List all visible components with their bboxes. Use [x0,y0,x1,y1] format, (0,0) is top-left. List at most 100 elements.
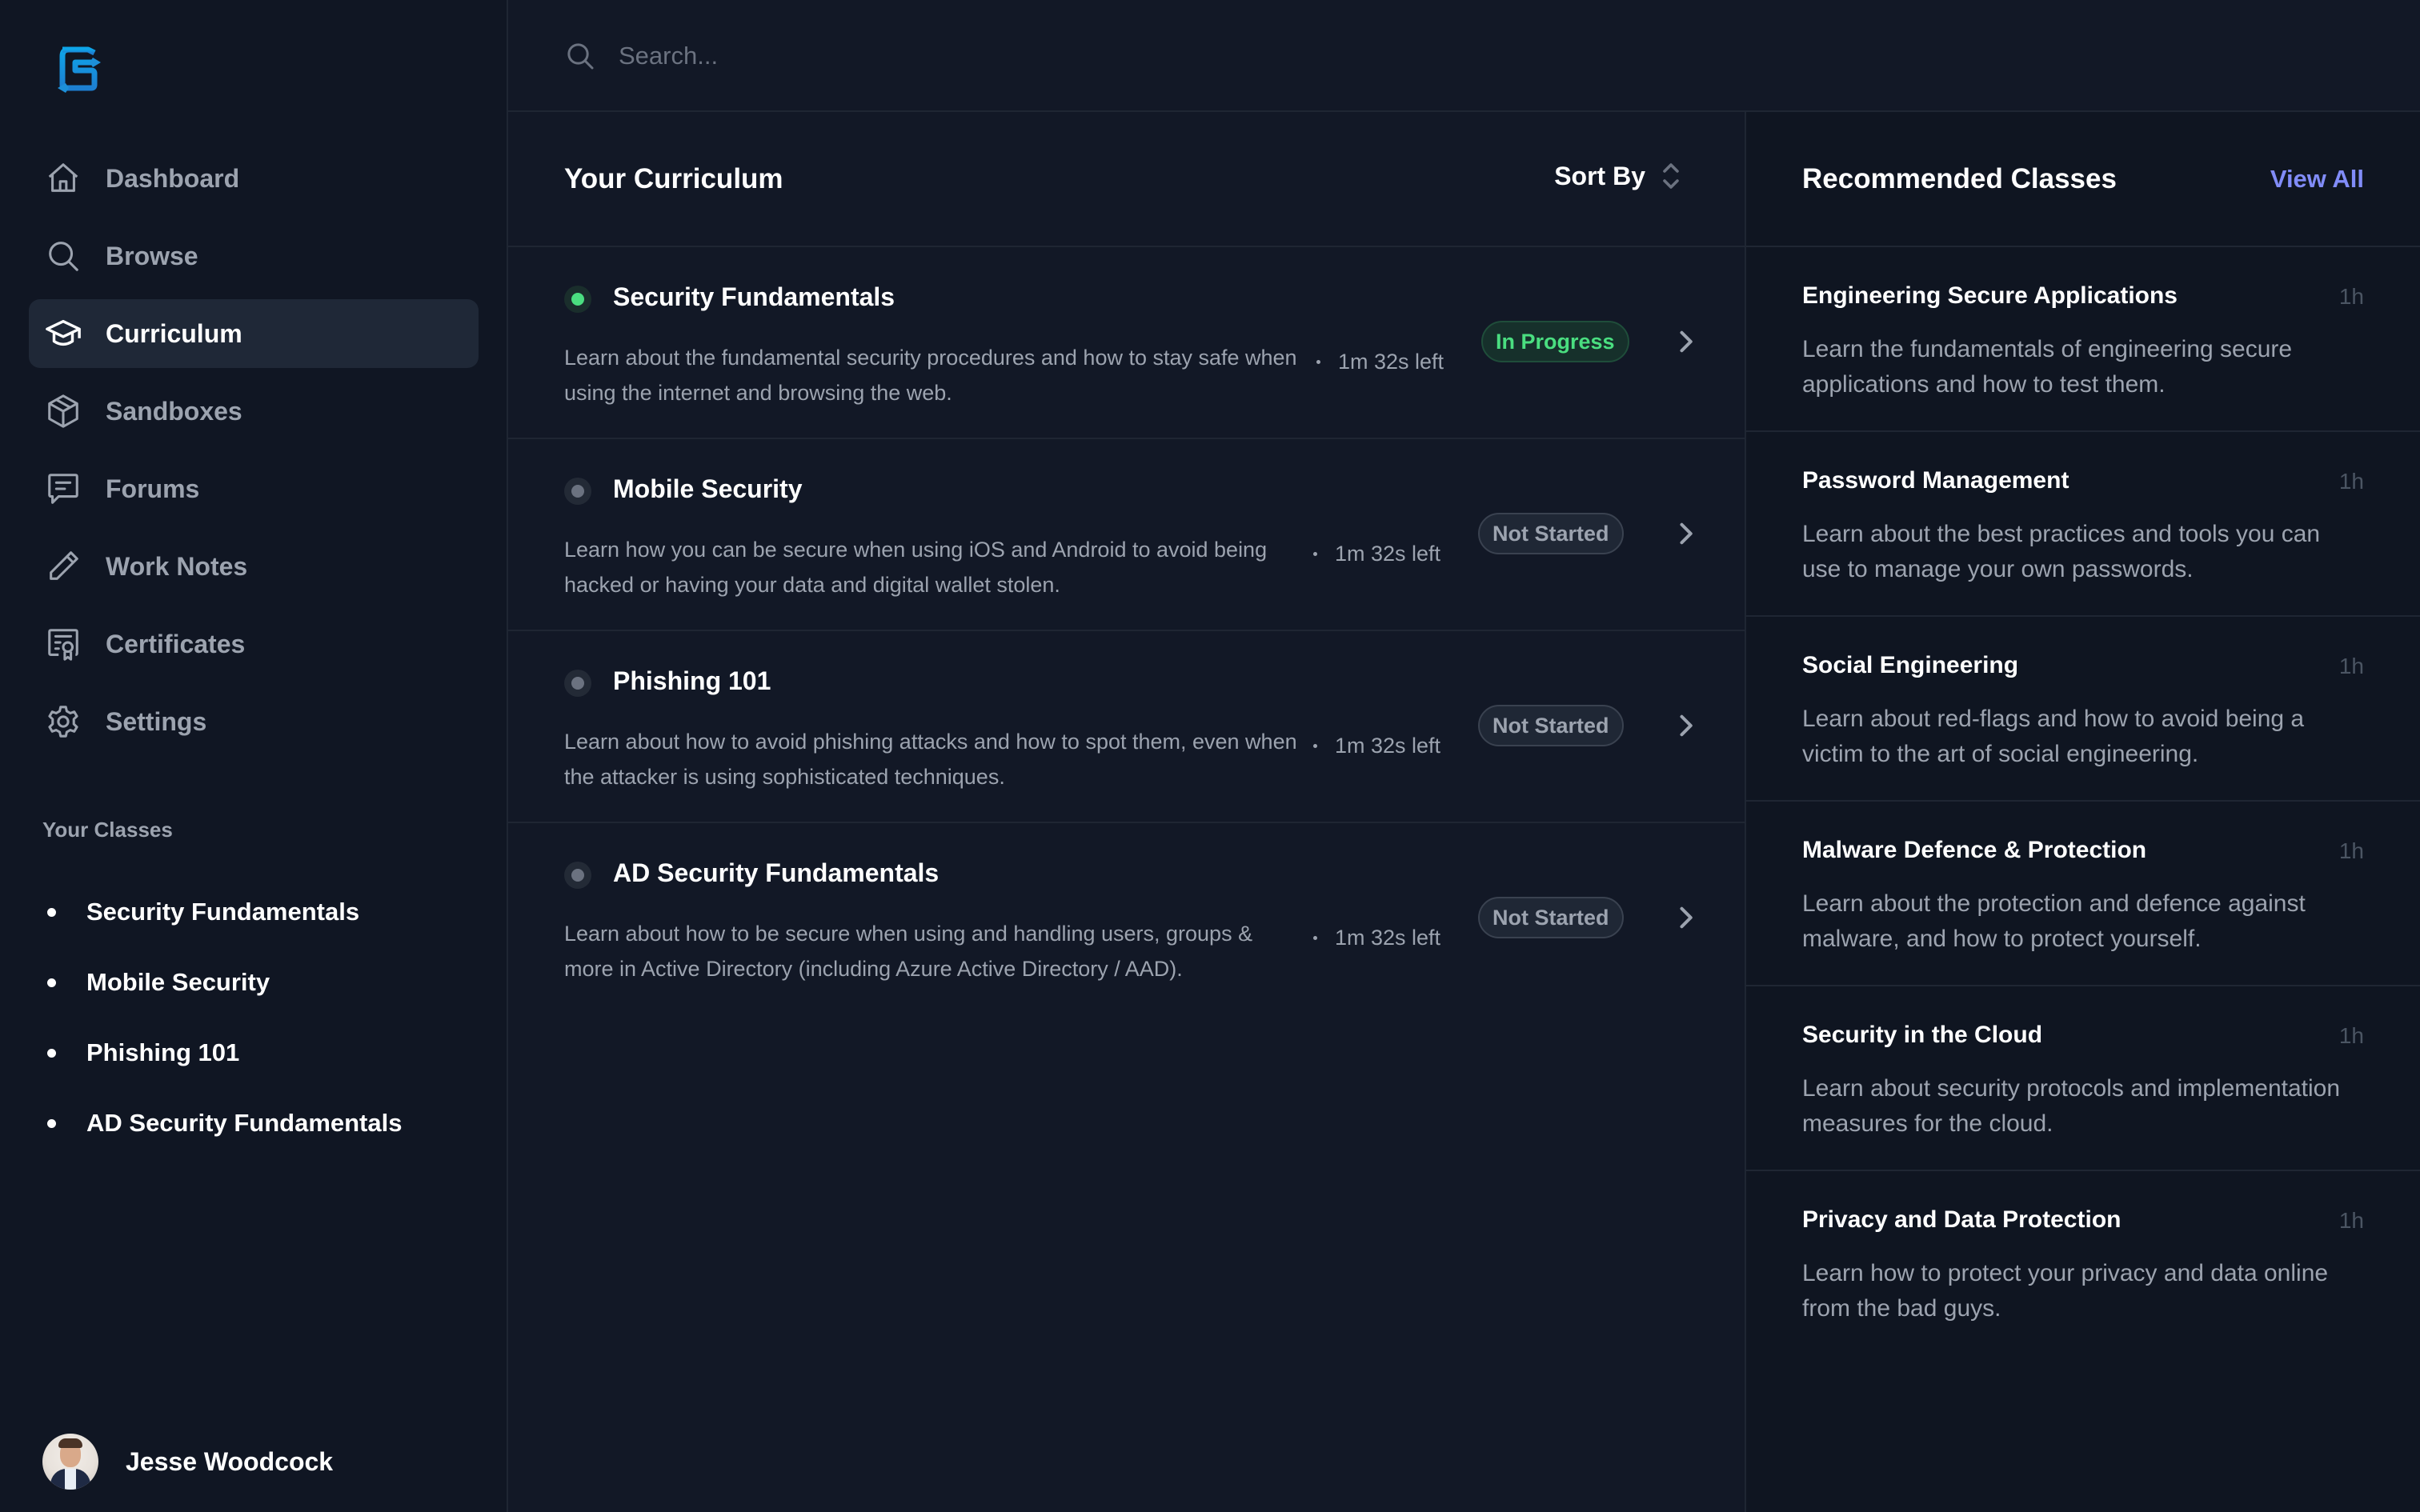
status-badge: Not Started [1478,513,1624,554]
class-link-label: AD Security Fundamentals [86,1109,403,1137]
cube-icon [43,391,83,431]
bullet-icon [47,1048,56,1058]
recommended-header: Recommended Classes View All [1746,112,2420,247]
recommended-item[interactable]: Social Engineering 1h Learn about red-fl… [1746,617,2420,802]
chevron-right-icon[interactable] [1673,711,1697,740]
curriculum-item-description: Learn about how to be secure when using … [564,922,1253,981]
graduation-cap-icon [43,314,83,354]
chevron-up-down-icon [1661,160,1681,192]
recommended-item-title: Social Engineering [1802,652,2019,678]
recommended-item-description: Learn the fundamentals of engineering se… [1802,336,2293,398]
class-link-label: Security Fundamentals [86,898,360,926]
sidebar-item-certificates[interactable]: Certificates [29,610,479,678]
recommended-panel: Recommended Classes View All Engineering… [1745,112,2420,1512]
search-bar [508,0,2420,112]
curriculum-header: Your Curriculum Sort By [508,112,1745,247]
search-icon [43,236,83,276]
sidebar-item-forums[interactable]: Forums [29,454,479,523]
sidebar-item-curriculum[interactable]: Curriculum [29,299,479,368]
recommended-title: Recommended Classes [1802,163,2117,194]
sidebar-item-work-notes[interactable]: Work Notes [29,532,479,601]
sidebar-item-label: Curriculum [106,318,242,348]
time-left-label: 1m 32s left [1338,350,1444,374]
time-left: 1m 32s left [1316,350,1444,374]
status-dot-icon [564,670,591,697]
search-icon [564,40,596,72]
recommended-item-duration: 1h [2338,469,2364,494]
curriculum-item[interactable]: Security Fundamentals Learn about the fu… [508,247,1745,439]
your-classes-list: Security Fundamentals Mobile Security Ph… [42,877,402,1158]
time-left: 1m 32s left [1313,734,1440,758]
curriculum-item-description: Learn about the fundamental security pro… [564,346,1297,405]
sidebar-item-sandboxes[interactable]: Sandboxes [29,377,479,446]
sidebar-item-dashboard[interactable]: Dashboard [29,144,479,213]
recommended-item[interactable]: Security in the Cloud 1h Learn about sec… [1746,986,2420,1171]
chevron-right-icon[interactable] [1673,903,1697,932]
chevron-right-icon[interactable] [1673,327,1697,356]
recommended-item[interactable]: Malware Defence & Protection 1h Learn ab… [1746,802,2420,986]
recommended-item-title: Security in the Cloud [1802,1022,2043,1048]
status-dot-icon [564,286,591,313]
user-profile[interactable]: Jesse Woodcock [42,1434,333,1490]
time-left: 1m 32s left [1313,926,1440,950]
recommended-item-duration: 1h [2338,284,2364,309]
class-link[interactable]: Security Fundamentals [42,877,402,947]
class-link[interactable]: Phishing 101 [42,1018,402,1088]
class-link-label: Mobile Security [86,968,270,996]
status-dot-icon [564,478,591,505]
recommended-item-title: Password Management [1802,467,2069,494]
gear-icon [43,702,83,742]
home-icon [43,158,83,198]
recommended-item[interactable]: Password Management 1h Learn about the b… [1746,432,2420,617]
view-all-link[interactable]: View All [2270,165,2364,194]
page-title: Your Curriculum [564,163,783,194]
curriculum-item[interactable]: Mobile Security Learn how you can be sec… [508,439,1745,631]
status-badge: Not Started [1478,897,1624,938]
main-content: Your Curriculum Sort By Security Fundame… [508,0,2420,1512]
class-link[interactable]: AD Security Fundamentals [42,1088,402,1158]
recommended-list: Engineering Secure Applications 1h Learn… [1746,247,2420,1356]
class-link[interactable]: Mobile Security [42,947,402,1018]
time-left-label: 1m 32s left [1335,734,1441,758]
bullet-icon [47,1118,56,1128]
avatar [42,1434,98,1490]
sidebar-item-label: Sandboxes [106,396,242,426]
sidebar-item-settings[interactable]: Settings [29,687,479,756]
recommended-item[interactable]: Engineering Secure Applications 1h Learn… [1746,247,2420,432]
logo-icon[interactable] [51,42,115,99]
time-left-label: 1m 32s left [1335,542,1441,566]
chevron-right-icon[interactable] [1673,519,1697,548]
pencil-icon [43,546,83,586]
recommended-item-description: Learn about the best practices and tools… [1802,521,2321,582]
status-dot-icon [564,862,591,889]
bullet-icon [47,978,56,987]
recommended-item-duration: 1h [2338,654,2364,678]
sidebar-item-label: Dashboard [106,163,240,193]
recommended-item-description: Learn about the protection and defence a… [1802,890,2306,952]
time-left-label: 1m 32s left [1335,926,1441,950]
certificate-icon [43,624,83,664]
recommended-item-duration: 1h [2338,1023,2364,1048]
time-left: 1m 32s left [1313,542,1440,566]
sidebar-item-label: Certificates [106,629,246,658]
sidebar-item-label: Settings [106,706,207,736]
curriculum-item-title: Mobile Security [613,474,803,503]
curriculum-item-title: AD Security Fundamentals [613,858,940,887]
curriculum-item-description: Learn about how to avoid phishing attack… [564,730,1297,789]
recommended-item[interactable]: Privacy and Data Protection 1h Learn how… [1746,1171,2420,1356]
curriculum-panel: Your Curriculum Sort By Security Fundame… [508,112,1745,1512]
curriculum-item[interactable]: AD Security Fundamentals Learn about how… [508,823,1745,1015]
sidebar-item-label: Work Notes [106,551,248,581]
recommended-item-duration: 1h [2338,1208,2364,1233]
status-badge: Not Started [1478,705,1624,746]
class-link-label: Phishing 101 [86,1038,240,1066]
sort-by-button[interactable]: Sort By [1554,160,1681,192]
curriculum-item[interactable]: Phishing 101 Learn about how to avoid ph… [508,631,1745,823]
curriculum-item-title: Security Fundamentals [613,282,895,311]
recommended-item-description: Learn about security protocols and imple… [1802,1075,2341,1137]
curriculum-list: Security Fundamentals Learn about the fu… [508,247,1745,1015]
search-input[interactable] [619,35,1579,77]
sidebar-item-label: Browse [106,241,198,270]
curriculum-item-description: Learn how you can be secure when using i… [564,538,1268,597]
sidebar-item-browse[interactable]: Browse [29,222,479,290]
